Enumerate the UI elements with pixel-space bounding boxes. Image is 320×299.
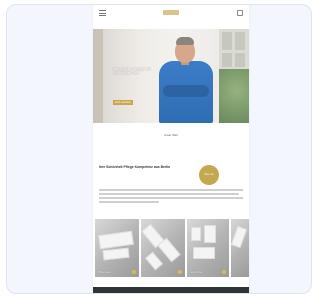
- play-icon[interactable]: [132, 270, 136, 274]
- about-badge-button[interactable]: Über uns: [199, 165, 219, 185]
- play-icon[interactable]: [178, 270, 182, 274]
- section-caption: Unser Wert: [163, 133, 179, 137]
- footer-band: [93, 287, 249, 293]
- hero-title: Das Selfcare Design auf Schönheits Care: [113, 67, 151, 76]
- top-bar: [93, 5, 249, 21]
- gallery-tile-label: Pflege Serie: [98, 271, 112, 274]
- hero-cta-button[interactable]: Jetzt ansehen: [113, 100, 133, 105]
- gallery-tile-label: Sets & Kits: [190, 271, 202, 274]
- gallery-tile[interactable]: [141, 219, 185, 277]
- description-line: [99, 193, 239, 195]
- gallery-tile[interactable]: [231, 219, 249, 277]
- plant: [219, 69, 249, 123]
- shopping-bag-icon[interactable]: [237, 10, 243, 16]
- description-line: [99, 201, 159, 203]
- preview-card: Das Selfcare Design auf Schönheits Care …: [6, 4, 312, 294]
- door-frame: [93, 29, 103, 123]
- menu-icon[interactable]: [99, 10, 106, 16]
- gallery-tile[interactable]: Sets & Kits: [187, 219, 229, 277]
- gallery-tile[interactable]: Pflege Serie: [95, 219, 139, 277]
- product-gallery: Pflege Serie Sets & Kits: [93, 219, 249, 277]
- description-line: [99, 197, 243, 199]
- play-icon[interactable]: [222, 270, 226, 274]
- section-title: Ihre Schönheit Pflege Kompetenz aus Berl…: [99, 165, 171, 169]
- brand-logo[interactable]: [163, 10, 179, 15]
- doctor-arms: [163, 85, 209, 97]
- window: [219, 29, 249, 123]
- mobile-page-preview: Das Selfcare Design auf Schönheits Care …: [93, 5, 249, 293]
- hero-banner: Das Selfcare Design auf Schönheits Care …: [93, 29, 249, 123]
- description-line: [99, 189, 243, 191]
